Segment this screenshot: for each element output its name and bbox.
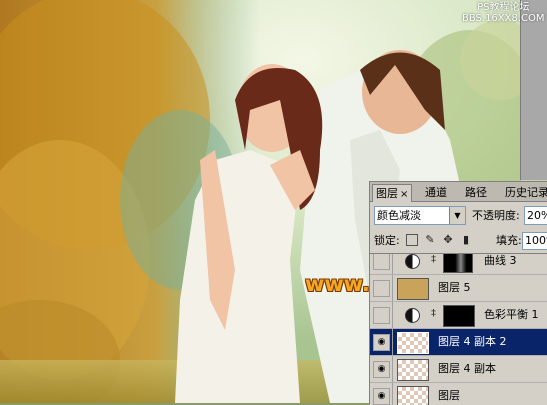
watermark-line2: BBS.16XX8.COM	[462, 13, 545, 24]
opacity-label: 不透明度:	[472, 209, 520, 222]
layer-row-layer4-copy[interactable]: ◉ 图层 4 副本	[370, 356, 547, 383]
eye-icon[interactable]: ◉	[373, 388, 390, 405]
visibility-toggle[interactable]	[373, 254, 390, 270]
tab-layers[interactable]: 图层 ×	[372, 184, 413, 202]
mask-thumbnail	[443, 305, 475, 327]
eye-icon[interactable]: ◉	[373, 334, 390, 351]
tab-layers-label: 图层	[376, 187, 398, 200]
mask-thumbnail	[443, 254, 473, 273]
adjustment-icon	[405, 254, 420, 269]
layers-list: ‡ 曲线 3 图层 5 ‡ 色彩平衡 1 ◉ 图层 4 副本 2 ◉ 图层 4 …	[370, 253, 547, 405]
link-icon: ‡	[431, 254, 436, 265]
layer-name: 曲线 3	[484, 254, 517, 267]
layer-name: 图层 4 副本 2	[438, 335, 507, 348]
layer-thumbnail	[397, 386, 429, 405]
layers-panel: 图层× 通道 路径 历史记录 颜色减淡 ▼ 不透明度: 20% 锁定: ✎ ✥ …	[369, 181, 547, 405]
layer-thumbnail	[397, 278, 429, 300]
vertical-scrollbar[interactable]	[520, 0, 547, 180]
watermark-line1: PS教程论坛	[477, 2, 530, 13]
layer-name: 图层	[438, 389, 460, 402]
layer-thumbnail	[397, 332, 429, 354]
layer-row-curves3[interactable]: ‡ 曲线 3	[370, 254, 547, 275]
layer-thumbnail	[397, 359, 429, 381]
layer-name: 图层 5	[438, 281, 471, 294]
close-icon[interactable]: ×	[400, 189, 408, 200]
layer-name: 图层 4 副本	[438, 362, 496, 375]
fill-input[interactable]: 100%	[522, 232, 547, 250]
layer-row-color-balance1[interactable]: ‡ 色彩平衡 1	[370, 302, 547, 329]
tab-history[interactable]: 历史记录	[502, 184, 547, 201]
layer-row-layer[interactable]: ◉ 图层	[370, 383, 547, 405]
tab-channels[interactable]: 通道	[422, 184, 450, 201]
watermark-top: PS教程论坛 BBS.16XX8.COM	[462, 2, 545, 24]
link-icon: ‡	[431, 308, 436, 319]
visibility-toggle[interactable]	[373, 280, 390, 297]
brush-icon[interactable]: ✎	[424, 234, 436, 246]
chevron-down-icon[interactable]: ▼	[449, 207, 465, 224]
tab-paths[interactable]: 路径	[462, 184, 490, 201]
lock-transparent-icon[interactable]	[406, 234, 418, 246]
opacity-input[interactable]: 20%	[524, 206, 547, 225]
panel-tabs: 图层 × 通道 路径 历史记录	[370, 182, 547, 202]
move-icon[interactable]: ✥	[442, 234, 454, 246]
blend-mode-value: 颜色减淡	[377, 209, 421, 222]
adjustment-icon	[405, 308, 420, 323]
lock-icon[interactable]: ▮	[460, 234, 472, 246]
layer-row-layer5[interactable]: 图层 5	[370, 275, 547, 302]
fill-label: 填充:	[496, 234, 522, 247]
eye-icon[interactable]: ◉	[373, 361, 390, 378]
layer-name: 色彩平衡 1	[484, 308, 539, 321]
lock-label: 锁定:	[374, 234, 400, 247]
visibility-toggle[interactable]	[373, 307, 390, 324]
blend-mode-select[interactable]: 颜色减淡 ▼	[374, 206, 466, 225]
layer-row-layer4-copy2[interactable]: ◉ 图层 4 副本 2	[370, 329, 547, 356]
